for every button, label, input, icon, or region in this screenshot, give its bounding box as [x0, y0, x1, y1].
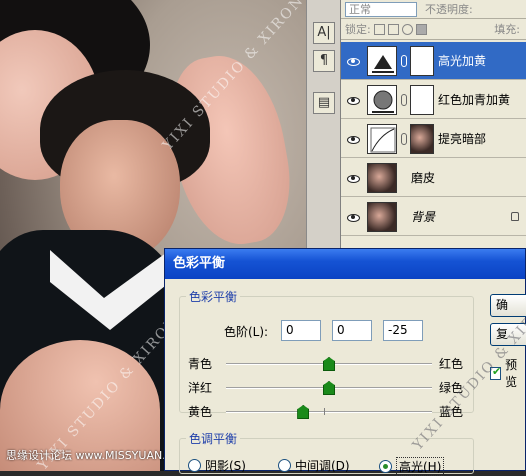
level-yellow-blue-input[interactable]: -25	[383, 320, 423, 341]
layer-row[interactable]: 高光加黄	[341, 42, 526, 80]
adjustment-thumbnail	[367, 45, 397, 76]
group-title: 色调平衡	[189, 432, 238, 446]
eye-icon[interactable]	[345, 53, 361, 69]
opacity-label: 不透明度:	[425, 3, 473, 16]
layer-name: 红色加青加黄	[438, 93, 511, 107]
mask-thumbnail[interactable]	[410, 123, 434, 154]
radio-icon[interactable]	[188, 459, 201, 472]
curves-thumbnail	[367, 123, 397, 154]
eye-icon[interactable]	[345, 170, 361, 186]
character-panel-button[interactable]: A|	[313, 22, 335, 44]
dialog-title[interactable]: 色彩平衡	[165, 249, 525, 279]
layer-thumbnail	[367, 162, 397, 193]
slider-right-label: 红色	[439, 357, 464, 371]
layer-name: 背景	[411, 210, 436, 224]
slider-left-label: 青色	[188, 357, 213, 371]
magenta-green-slider[interactable]	[226, 381, 432, 395]
layer-row[interactable]: 红色加青加黄	[341, 81, 526, 119]
lock-label: 锁定:	[345, 23, 371, 36]
lock-transparency-icon[interactable]	[373, 23, 385, 35]
yellow-blue-slider[interactable]	[226, 405, 432, 419]
slider-thumb[interactable]	[297, 405, 310, 419]
radio-shadows[interactable]: 阴影(S)	[188, 457, 246, 474]
ok-button[interactable]: 确	[490, 294, 526, 317]
eye-icon[interactable]	[345, 209, 361, 225]
level-cyan-red-input[interactable]: 0	[281, 320, 321, 341]
adjustment-thumbnail	[367, 84, 397, 115]
link-icon	[401, 54, 407, 67]
mask-thumbnail[interactable]	[410, 45, 434, 76]
cyan-red-slider[interactable]	[226, 357, 432, 371]
eye-icon[interactable]	[345, 92, 361, 108]
radio-label: 中间调(D)	[295, 459, 350, 473]
lock-all-icon[interactable]	[415, 23, 427, 35]
layer-row[interactable]: 磨皮	[341, 159, 526, 197]
layer-row[interactable]: 背景	[341, 198, 526, 236]
link-icon	[401, 132, 407, 145]
slider-left-label: 洋红	[188, 381, 213, 395]
mask-thumbnail[interactable]	[410, 84, 434, 115]
layer-thumbnail	[367, 201, 397, 232]
blend-mode-select[interactable]: 正常	[345, 1, 417, 17]
color-balance-dialog: 色彩平衡 色彩平衡 色阶(L): 0 0 -25 青色 红色 洋红 绿色 黄色 …	[164, 248, 526, 476]
radio-midtones[interactable]: 中间调(D)	[278, 457, 350, 474]
layer-name: 磨皮	[411, 171, 436, 185]
layer-comps-button[interactable]: ▤	[313, 92, 335, 114]
lock-row: 锁定: 填充:	[341, 19, 526, 40]
layer-name: 高光加黄	[438, 54, 487, 68]
color-balance-group: 色彩平衡 色阶(L): 0 0 -25 青色 红色 洋红 绿色 黄色 蓝色	[179, 288, 474, 419]
radio-icon[interactable]	[379, 460, 392, 473]
layer-name: 提亮暗部	[438, 132, 487, 146]
lock-position-icon[interactable]	[401, 23, 413, 35]
link-icon	[401, 93, 407, 106]
radio-label: 阴影(S)	[205, 459, 246, 473]
tool-strip: A| ¶ ▤	[306, 0, 340, 250]
radio-label: 高光(H)	[396, 457, 445, 476]
fill-label: 填充:	[494, 23, 520, 36]
eye-icon[interactable]	[345, 131, 361, 147]
blend-row: 正常 不透明度:	[341, 0, 526, 19]
level-magenta-green-input[interactable]: 0	[332, 320, 372, 341]
levels-label: 色阶(L):	[224, 325, 269, 339]
paragraph-panel-button[interactable]: ¶	[313, 50, 335, 72]
preview-label: 预览	[505, 358, 518, 389]
layers-panel: 正常 不透明度: 锁定: 填充: 高光加黄 红色加青加黄 提亮暗部 磨皮 背景	[340, 0, 526, 250]
lock-pixels-icon[interactable]	[387, 23, 399, 35]
layer-row[interactable]: 提亮暗部	[341, 120, 526, 158]
radio-icon[interactable]	[278, 459, 291, 472]
slider-left-label: 黄色	[188, 405, 213, 419]
group-title: 色彩平衡	[189, 290, 238, 304]
radio-highlights[interactable]: 高光(H)	[379, 457, 445, 476]
lock-icon	[511, 212, 519, 221]
